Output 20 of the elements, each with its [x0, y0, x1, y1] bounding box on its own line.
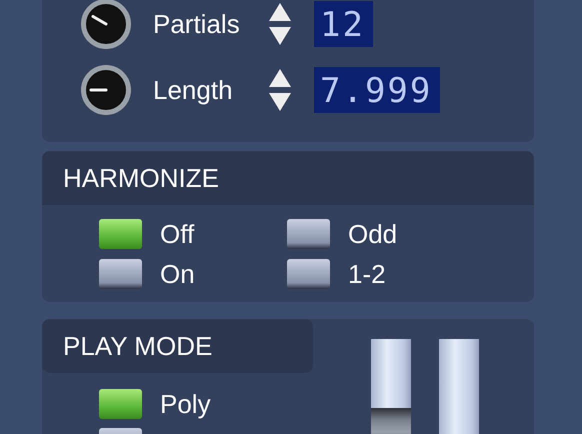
- stepper-arrows-icon[interactable]: [269, 3, 291, 45]
- option-label: Poly: [160, 388, 211, 420]
- option-label: Off: [160, 218, 194, 250]
- section-title: HARMONIZE: [63, 162, 219, 194]
- radio-button[interactable]: [99, 219, 142, 249]
- radio-button[interactable]: [99, 259, 142, 289]
- knob[interactable]: [80, 0, 132, 50]
- option-label: On: [160, 258, 195, 290]
- radio-button[interactable]: [287, 259, 330, 289]
- radio-button[interactable]: [287, 219, 330, 249]
- radio-button[interactable]: [99, 389, 142, 419]
- option-label: Odd: [348, 218, 398, 250]
- parameter-label: Length: [153, 74, 234, 106]
- parameter-label: Partials: [153, 8, 241, 40]
- stepper-arrows-icon[interactable]: [269, 69, 291, 111]
- option-label: 1-2: [348, 258, 386, 290]
- section-title: PLAY MODE: [63, 330, 212, 362]
- knob[interactable]: [80, 64, 132, 116]
- lcd-display: 12: [314, 1, 373, 47]
- lcd-display: 7.999: [314, 67, 440, 113]
